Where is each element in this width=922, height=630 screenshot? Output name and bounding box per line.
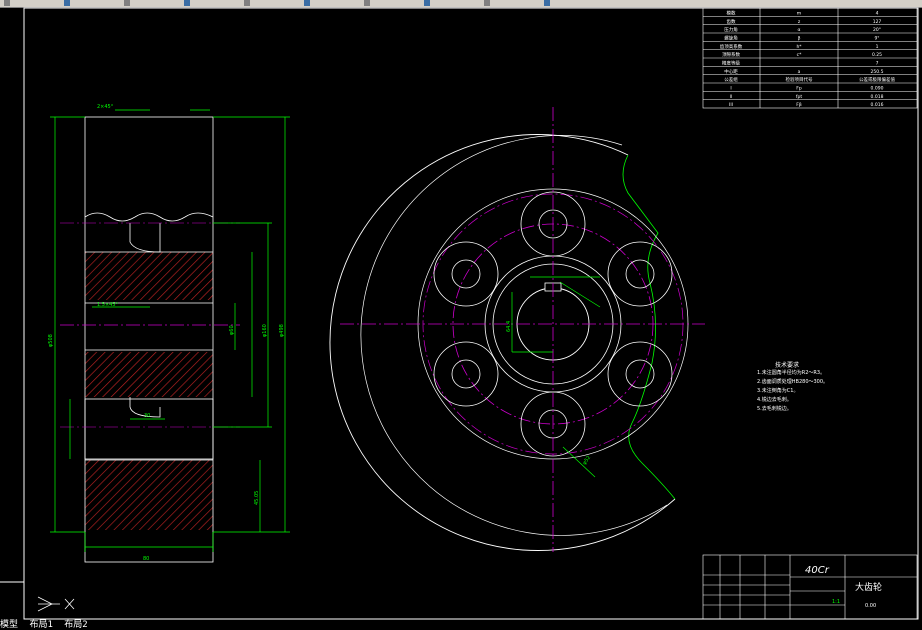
table-cell: m — [797, 12, 801, 17]
table-cell: α — [798, 28, 801, 33]
table-cell: z — [798, 20, 801, 25]
table-cell: 顶隙系数 — [722, 51, 740, 58]
table-cell: 1 — [876, 44, 879, 50]
tab-model[interactable]: 模型 — [0, 620, 18, 630]
bolt-hole-dim-label: φ52 — [582, 455, 592, 466]
table-cell: 齿顶高系数 — [720, 43, 743, 50]
material-label: 40Cr — [805, 565, 830, 576]
tech-note-line: 5.去毛刺锐边。 — [757, 406, 792, 412]
table-cell: 压力角 — [724, 26, 738, 33]
tech-note-line: 1.未注圆角半径均为R2～R3。 — [757, 370, 826, 376]
web-thickness-label: 45.05 — [254, 491, 260, 505]
overall-dia-label: φ508 — [48, 334, 54, 347]
pan-icon[interactable] — [124, 0, 130, 6]
undo-icon[interactable] — [4, 0, 10, 6]
table-cell: 精度等级 — [722, 60, 740, 67]
table-cell: 250.5 — [871, 69, 884, 75]
table-cell: 齿数 — [727, 18, 736, 25]
hub-dia-label: φ160 — [262, 324, 268, 337]
bore-dia-label: φ60 — [229, 325, 235, 335]
tech-note-line: 3.未注倒角为C1。 — [757, 388, 799, 394]
web-upper — [129, 223, 161, 253]
root-dia-label: φ498 — [279, 324, 285, 337]
tech-note-line: 2.齿面调质处理HB280～300。 — [757, 379, 829, 385]
table-cell: 公差组 — [724, 76, 738, 83]
ucs-icon — [37, 596, 75, 612]
drawing-canvas[interactable]: 2×45° 1.5×45° 80 30 φ508 φ498 φ160 φ60 4… — [0, 7, 922, 621]
table-cell: 0.018 — [871, 94, 884, 100]
redo-icon[interactable] — [64, 0, 70, 6]
table-cell: 0.090 — [871, 86, 884, 92]
save-icon[interactable] — [484, 0, 490, 6]
scale-label: 1:1 — [832, 599, 840, 605]
table-cell: Fβ — [796, 102, 802, 108]
break-line — [622, 154, 676, 500]
hatch-mid — [85, 352, 213, 397]
chamfer-hole-label: 1.5×45° — [97, 302, 119, 308]
plot-icon[interactable] — [424, 0, 430, 6]
properties-icon[interactable] — [304, 0, 310, 6]
hatch-upper — [85, 252, 213, 300]
table-cell: 7 — [876, 61, 879, 67]
tooth-profile — [84, 212, 214, 222]
hatch-lower — [85, 460, 213, 530]
table-cell: 螺旋角 — [724, 35, 738, 42]
table-cell: 0.016 — [871, 102, 884, 108]
table-cell: I — [730, 86, 731, 92]
table-cell: 模数 — [727, 10, 736, 17]
table-cell: h* — [796, 44, 802, 50]
table-cell: β — [798, 36, 801, 42]
table-cell: 中心距 — [724, 68, 738, 75]
table-cell: 9° — [874, 36, 879, 42]
open-icon[interactable] — [544, 0, 550, 6]
chamfer-top-label: 2×45° — [97, 104, 114, 110]
tab-layout1[interactable]: 布局1 — [29, 620, 52, 630]
tech-notes: 1.未注圆角半径均为R2～R3。 2.齿面调质处理HB280～300。 3.未注倒角… — [757, 369, 828, 414]
table-cell: 20° — [873, 27, 881, 33]
outer-circle — [329, 134, 676, 551]
drawing-no-label: 0.00 — [865, 603, 876, 609]
table-cell: a — [798, 70, 801, 75]
table-cell: 公差或极限偏差值 — [859, 76, 895, 83]
table-cell: 127 — [873, 19, 882, 25]
addendum-circle — [360, 135, 668, 536]
bolt-hole-3 — [607, 341, 673, 407]
web-width-label: 30 — [144, 413, 150, 419]
table-cell: III — [729, 102, 733, 108]
layout-tabs: 模型 布局1 布局2 — [0, 621, 180, 630]
match-icon[interactable] — [364, 0, 370, 6]
table-cell: II — [730, 94, 733, 100]
part-name-label: 大齿轮 — [855, 581, 882, 593]
zoom-icon[interactable] — [184, 0, 190, 6]
front-view — [329, 107, 705, 552]
table-cell: 0.25 — [872, 52, 882, 58]
tab-layout2[interactable]: 布局2 — [64, 620, 87, 630]
web-block — [84, 398, 214, 460]
keyway-dim-label: 64.4 — [506, 321, 512, 332]
table-cell: Fp — [796, 86, 802, 92]
table-cell: c* — [797, 52, 802, 58]
param-rows: 模数 m 4 齿数 z 127 压力角 α 20° 螺旋角 β 9° 齿顶高系数 h* 1 顶隙系数 c* 0.2… — [703, 10, 917, 108]
table-cell: fpt — [796, 94, 802, 100]
tech-note-line: 4.锐边去毛刺。 — [757, 397, 792, 403]
table-cell: 4 — [876, 11, 879, 17]
table-cell: 检验项目代号 — [786, 76, 813, 83]
layer-icon[interactable] — [244, 0, 250, 6]
face-width-label: 80 — [143, 556, 149, 562]
